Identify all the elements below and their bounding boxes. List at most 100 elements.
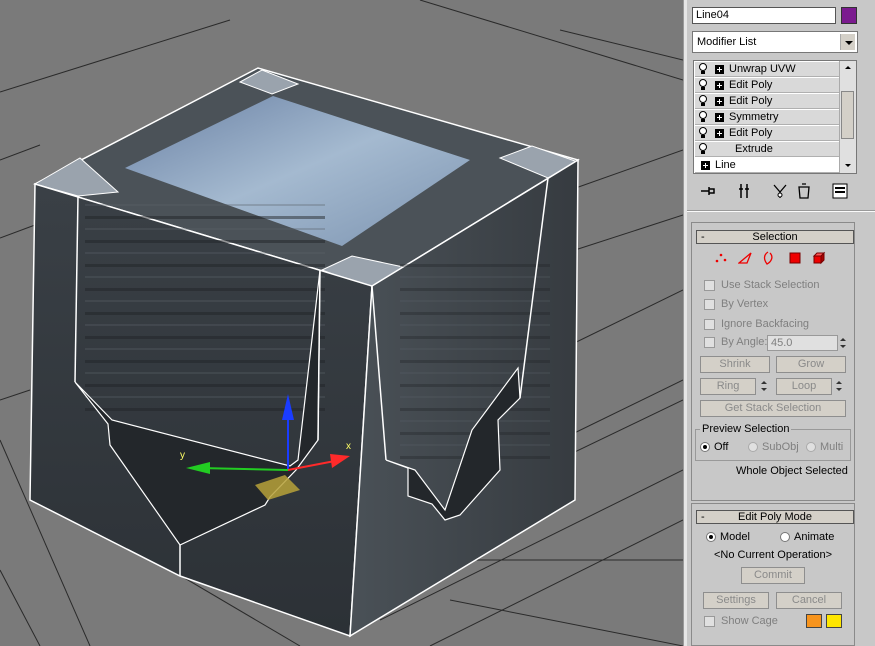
modifier-list-dropdown[interactable]: Modifier List: [692, 31, 858, 53]
border-icon[interactable]: [762, 251, 776, 265]
scroll-up-icon[interactable]: [842, 62, 854, 74]
expand-icon[interactable]: [715, 65, 724, 74]
preview-subobj-label: SubObj: [762, 441, 799, 453]
stack-item-symmetry[interactable]: Symmetry: [695, 110, 840, 125]
preview-multi-label: Multi: [820, 441, 844, 453]
checkbox-box[interactable]: [704, 616, 715, 627]
stack-toolbar: [693, 180, 859, 204]
use-stack-selection-label: Use Stack Selection: [721, 279, 820, 291]
show-end-result-icon[interactable]: [733, 180, 755, 202]
expand-icon[interactable]: [715, 81, 724, 90]
by-vertex-checkbox[interactable]: By Vertex: [704, 298, 868, 314]
stack-item-edit-poly[interactable]: Edit Poly: [695, 126, 840, 141]
angle-spinner[interactable]: 45.0: [767, 335, 838, 351]
expand-icon[interactable]: [701, 161, 710, 170]
cancel-button[interactable]: Cancel: [776, 592, 842, 609]
element-icon[interactable]: [812, 251, 826, 265]
lightbulb-icon[interactable]: [698, 79, 708, 91]
selection-mode-icons: [692, 251, 856, 271]
radio-dot[interactable]: [706, 532, 716, 542]
preview-off-label: Off: [714, 441, 729, 453]
commit-button[interactable]: Commit: [741, 567, 805, 584]
edit-poly-mode-title: Edit Poly Mode: [738, 511, 812, 523]
ignore-backfacing-checkbox[interactable]: Ignore Backfacing: [704, 318, 868, 334]
modifier-list-label: Modifier List: [697, 36, 757, 48]
collapse-icon[interactable]: -: [701, 511, 705, 523]
loop-button[interactable]: Loop: [776, 378, 832, 395]
show-cage-label: Show Cage: [721, 615, 778, 627]
lightbulb-icon[interactable]: [698, 127, 708, 139]
ring-spinner-arrows[interactable]: [759, 378, 768, 394]
expand-icon[interactable]: [715, 113, 724, 122]
radio-dot[interactable]: [780, 532, 790, 542]
show-cage-checkbox[interactable]: Show Cage: [704, 615, 868, 631]
stack-scrollbar[interactable]: [839, 61, 856, 173]
selection-title: Selection: [752, 231, 798, 243]
expand-icon[interactable]: [715, 129, 724, 138]
use-stack-selection-checkbox[interactable]: Use Stack Selection: [704, 279, 868, 295]
loop-spinner-arrows[interactable]: [834, 378, 843, 394]
shrink-button[interactable]: Shrink: [700, 356, 770, 373]
radio-dot[interactable]: [700, 442, 710, 452]
stack-item-line[interactable]: Line: [695, 158, 840, 173]
radio-dot[interactable]: [806, 442, 816, 452]
stack-item-edit-poly[interactable]: Edit Poly: [695, 78, 840, 93]
remove-modifier-icon[interactable]: [793, 180, 815, 202]
stack-item-label: Edit Poly: [729, 79, 773, 91]
scroll-down-icon[interactable]: [842, 160, 854, 172]
lightbulb-icon[interactable]: [698, 95, 708, 107]
chevron-down-icon[interactable]: [840, 34, 855, 50]
collapse-icon[interactable]: -: [701, 231, 705, 243]
object-name-field[interactable]: Line04: [692, 7, 836, 24]
model-label: Model: [720, 531, 750, 543]
cage-color-swatch-1[interactable]: [806, 614, 822, 628]
selection-status: Whole Object Selected: [736, 465, 848, 477]
lightbulb-icon[interactable]: [698, 111, 708, 123]
stack-item-label: Extrude: [735, 143, 773, 155]
ignore-backfacing-label: Ignore Backfacing: [721, 318, 810, 330]
grow-button[interactable]: Grow: [776, 356, 846, 373]
selection-rollout-header[interactable]: - Selection: [696, 230, 854, 244]
gizmo-y-label: y: [180, 450, 185, 461]
command-panel: Line04 Modifier List Unwrap UVW Edit Pol…: [687, 0, 875, 646]
angle-spinner-arrows[interactable]: [838, 335, 847, 351]
checkbox-box[interactable]: [704, 299, 715, 310]
viewport-scene[interactable]: x y: [0, 0, 683, 646]
checkbox-box[interactable]: [704, 319, 715, 330]
settings-button[interactable]: Settings: [703, 592, 769, 609]
scroll-thumb[interactable]: [841, 91, 854, 139]
stack-item-label: Unwrap UVW: [729, 63, 796, 75]
lightbulb-icon[interactable]: [698, 63, 708, 75]
modifier-stack[interactable]: Unwrap UVW Edit Poly Edit Poly Symmetry …: [693, 60, 857, 174]
vertex-icon[interactable]: [714, 251, 728, 265]
current-operation-label: <No Current Operation>: [714, 549, 833, 561]
make-unique-icon[interactable]: [769, 180, 791, 202]
stack-item-unwrap-uvw[interactable]: Unwrap UVW: [695, 62, 840, 77]
gizmo-x-label: x: [346, 441, 351, 452]
by-vertex-label: By Vertex: [721, 298, 769, 310]
stack-item-edit-poly[interactable]: Edit Poly: [695, 94, 840, 109]
selection-rollout: - Selection Use Stack Selection By Verte…: [691, 222, 855, 501]
edge-icon[interactable]: [738, 251, 752, 265]
ring-button[interactable]: Ring: [700, 378, 756, 395]
preview-selection-label: Preview Selection: [700, 423, 792, 435]
perspective-viewport[interactable]: x y: [0, 0, 683, 646]
preview-selection-group: Preview Selection Off SubObj Multi: [695, 423, 851, 461]
stack-item-extrude[interactable]: Extrude: [695, 142, 840, 157]
get-stack-selection-button[interactable]: Get Stack Selection: [700, 400, 846, 417]
edit-poly-mode-header[interactable]: - Edit Poly Mode: [696, 510, 854, 524]
animate-label: Animate: [794, 531, 835, 543]
panel-divider[interactable]: [687, 210, 875, 212]
expand-icon[interactable]: [715, 97, 724, 106]
polygon-icon[interactable]: [788, 251, 802, 265]
object-color-swatch[interactable]: [841, 7, 857, 24]
edit-poly-mode-rollout: - Edit Poly Mode Model Animate <No Curre…: [691, 503, 855, 646]
stack-item-label: Line: [715, 159, 736, 171]
cage-color-swatch-2[interactable]: [826, 614, 842, 628]
lightbulb-icon[interactable]: [698, 143, 708, 155]
checkbox-box[interactable]: [704, 280, 715, 291]
configure-modifier-sets-icon[interactable]: [829, 180, 851, 202]
radio-dot[interactable]: [748, 442, 758, 452]
checkbox-box[interactable]: [704, 337, 715, 348]
pin-stack-icon[interactable]: [697, 180, 719, 202]
